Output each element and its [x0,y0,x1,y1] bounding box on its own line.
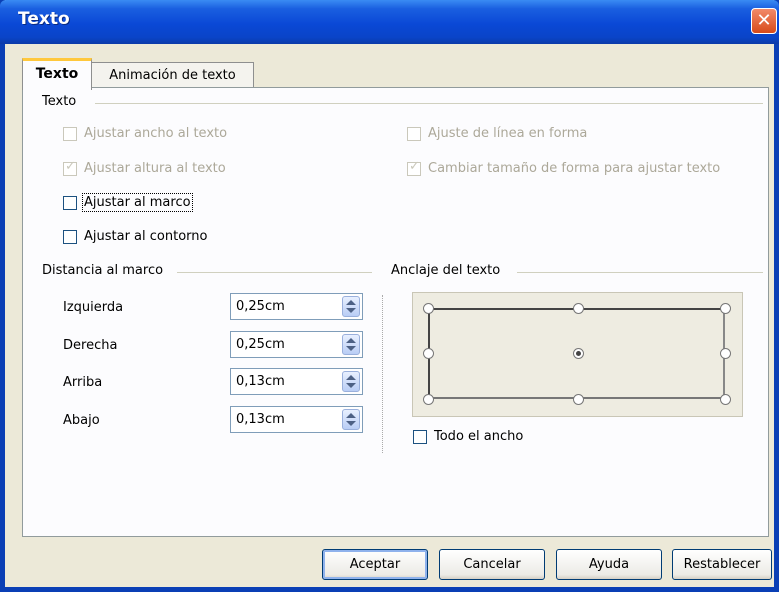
spin-arrows-icon[interactable] [342,409,360,430]
spin-arrows-icon[interactable] [342,371,360,392]
close-icon: ✕ [756,10,772,31]
checkbox-label: Ajustar al marco [82,193,193,212]
spin-abajo[interactable]: 0,13cm [230,406,363,433]
group-divider [95,103,763,104]
group-divider [177,272,372,273]
label-derecha: Derecha [63,338,118,353]
group-title-anclaje: Anclaje del texto [391,263,507,278]
anchor-bottom-left[interactable] [423,394,434,405]
anchor-selector [412,292,743,417]
title-bar[interactable]: Texto ✕ [0,0,779,44]
checkbox-box [413,429,427,444]
checkbox-box: ✓ [63,158,77,176]
anchor-top-left[interactable] [423,303,434,314]
spin-arriba[interactable]: 0,13cm [230,368,363,395]
checkbox-todo-el-ancho[interactable]: Todo el ancho [413,429,523,444]
vertical-separator [382,295,383,453]
checkbox-ajustar-altura[interactable]: ✓ Ajustar altura al texto [63,158,226,176]
anchor-bottom-right[interactable] [720,394,731,405]
spin-value: 0,13cm [236,374,285,389]
group-title-texto: Texto [42,94,83,109]
checkbox-label: Ajustar al contorno [84,229,208,244]
anchor-center[interactable] [573,348,584,359]
spin-arrows-icon[interactable] [342,334,360,355]
checkbox-label: Ajustar ancho al texto [84,126,228,141]
close-button[interactable]: ✕ [751,8,777,34]
window-title: Texto [18,9,70,29]
help-button[interactable]: Ayuda [556,549,662,580]
anchor-bottom-center[interactable] [573,394,584,405]
spin-value: 0,25cm [236,337,285,352]
checkbox-ajustar-al-marco[interactable]: Ajustar al marco [63,193,193,212]
checkbox-label: Ajuste de línea en forma [428,126,588,141]
tab-animacion-de-texto[interactable]: Animación de texto [91,62,254,89]
tab-texto[interactable]: Texto [22,58,92,90]
reset-button[interactable]: Restablecer [672,549,772,580]
checkbox-label: Todo el ancho [434,429,524,444]
checkbox-ajustar-al-contorno[interactable]: Ajustar al contorno [63,229,207,244]
label-izquierda: Izquierda [63,300,124,315]
spin-izquierda[interactable]: 0,25cm [230,293,363,320]
spin-arrows-icon[interactable] [342,296,360,317]
anchor-top-right[interactable] [720,303,731,314]
label-arriba: Arriba [63,375,103,390]
ok-button[interactable]: Aceptar [322,549,428,580]
checkbox-box [63,126,77,141]
spin-value: 0,25cm [236,299,285,314]
cancel-button[interactable]: Cancelar [439,549,545,580]
check-icon: ✓ [409,158,420,174]
label-abajo: Abajo [63,413,100,428]
checkbox-cambiar-tamano-forma[interactable]: ✓ Cambiar tamaño de forma para ajustar te… [407,158,721,176]
checkbox-label: Ajustar altura al texto [84,161,226,176]
checkbox-box: ✓ [407,158,421,176]
text-dialog: Texto ✕ Texto Animación de texto Texto A… [0,0,779,592]
checkbox-box [407,126,421,141]
check-icon: ✓ [65,158,76,174]
anchor-top-center[interactable] [573,303,584,314]
checkbox-ajustar-ancho[interactable]: Ajustar ancho al texto [63,126,227,141]
group-title-distancia: Distancia al marco [42,263,170,278]
spin-derecha[interactable]: 0,25cm [230,331,363,358]
checkbox-label: Cambiar tamaño de forma para ajustar tex… [428,161,721,176]
spin-value: 0,13cm [236,412,285,427]
anchor-middle-right[interactable] [720,348,731,359]
group-divider [517,272,763,273]
checkbox-box [63,229,77,244]
anchor-middle-left[interactable] [423,348,434,359]
checkbox-ajuste-linea-forma[interactable]: Ajuste de línea en forma [407,126,587,141]
checkbox-box [63,195,77,210]
